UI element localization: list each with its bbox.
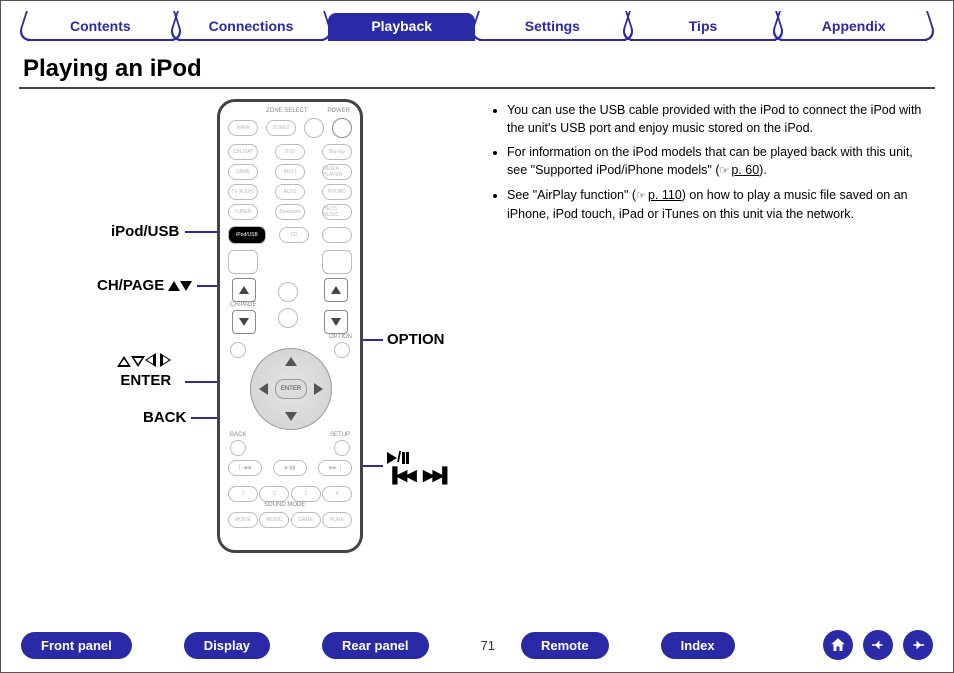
page-title: Playing an iPod [23,55,935,83]
note-2: For information on the iPod models that … [507,143,935,180]
home-icon[interactable] [823,630,853,660]
link-p110[interactable]: p. 110 [648,188,682,202]
link-p60[interactable]: p. 60 [731,163,759,177]
note-1: You can use the USB cable provided with … [507,101,935,137]
tab-connections[interactable]: Connections [178,13,325,41]
label-ipod-usb: iPod/USB [111,223,179,240]
tab-appendix[interactable]: Appendix [780,13,927,41]
triangle-up-icon [168,281,180,291]
remote-control: ZONE SELECT POWER MAINZONE2 CBL/SATDVDBl… [217,99,363,553]
play-icon [387,452,397,464]
label-enter: ENTER [117,353,171,390]
nav-right-outline-icon [160,353,171,367]
next-page-icon[interactable] [903,630,933,660]
footer-bar: Front panel Display Rear panel 71 Remote… [1,630,953,660]
next-track-icon: ▶▶▌ [423,467,451,484]
pause-bar1-icon [402,452,405,464]
tab-tips[interactable]: Tips [630,13,777,41]
tab-contents[interactable]: Contents [27,13,174,41]
manual-page: Contents Connections Playback Settings T… [0,0,954,673]
title-rule [19,87,935,89]
remote-ch-down [232,310,256,334]
footer-rear-panel[interactable]: Rear panel [322,632,428,659]
tab-settings[interactable]: Settings [479,13,626,41]
footer-remote[interactable]: Remote [521,632,609,659]
nav-up-outline-icon [117,356,131,367]
footer-front-panel[interactable]: Front panel [21,632,132,659]
remote-ch-up [232,278,256,302]
page-number: 71 [481,638,495,653]
prev-track-icon: ▐◀◀ [387,467,415,484]
label-transport: / ▐◀◀ ▶▶▌ [387,449,451,484]
prev-page-icon[interactable] [863,630,893,660]
label-enter-text: ENTER [120,372,171,389]
note-list: You can use the USB cable provided with … [489,99,935,559]
note-3: See "AirPlay function" (☞p. 110) on how … [507,186,935,223]
nav-down-outline-icon [131,356,145,367]
triangle-down-icon [180,281,192,291]
tab-playback[interactable]: Playback [328,13,475,41]
remote-dpad: ENTER [250,348,332,430]
pause-bar2-icon [406,452,409,464]
pointer-icon: ☞ [636,190,646,202]
content-body: iPod/USB CH/PAGE ENTER BACK OPTION / ▐◀◀ [19,99,935,559]
footer-index[interactable]: Index [661,632,735,659]
label-option: OPTION [387,331,445,348]
nav-left-outline-icon [145,353,156,367]
label-ch-page-text: CH/PAGE [97,277,164,294]
pointer-icon: ☞ [719,165,729,177]
footer-display[interactable]: Display [184,632,270,659]
top-tabs: Contents Connections Playback Settings T… [19,13,935,41]
remote-ipod-usb-button: iPod/USB [228,226,266,244]
label-ch-page: CH/PAGE [97,277,192,294]
label-back: BACK [143,409,186,426]
remote-diagram: iPod/USB CH/PAGE ENTER BACK OPTION / ▐◀◀ [19,99,479,559]
